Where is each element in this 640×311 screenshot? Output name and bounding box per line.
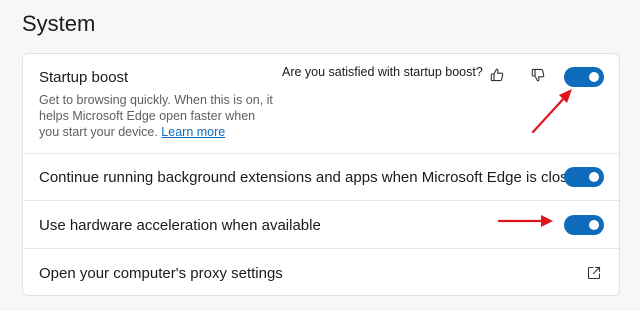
- background-apps-toggle[interactable]: [564, 167, 604, 187]
- external-link-icon[interactable]: [585, 264, 603, 282]
- section-title: System: [22, 11, 96, 36]
- background-apps-row: Continue running background extensions a…: [23, 154, 619, 200]
- feedback-question: Are you satisfied with startup boost?: [282, 65, 483, 79]
- startup-boost-description: Get to browsing quickly. When this is on…: [39, 92, 274, 140]
- proxy-settings-title: Open your computer's proxy settings: [39, 265, 283, 282]
- system-settings-card: Startup boost Get to browsing quickly. W…: [22, 53, 620, 296]
- toggle-knob: [589, 172, 599, 182]
- toggle-knob: [589, 72, 599, 82]
- startup-boost-title: Startup boost: [39, 69, 129, 86]
- settings-page: System Startup boost Get to browsing qui…: [0, 0, 640, 311]
- hardware-acceleration-row: Use hardware acceleration when available: [23, 201, 619, 248]
- startup-boost-row: Startup boost Get to browsing quickly. W…: [23, 54, 619, 153]
- startup-boost-description-text: Get to browsing quickly. When this is on…: [39, 93, 273, 139]
- thumbs-up-icon[interactable]: [488, 66, 506, 84]
- background-apps-title: Continue running background extensions a…: [39, 169, 585, 186]
- startup-boost-toggle[interactable]: [564, 67, 604, 87]
- hardware-acceleration-toggle[interactable]: [564, 215, 604, 235]
- proxy-settings-row[interactable]: Open your computer's proxy settings: [23, 249, 619, 296]
- learn-more-link[interactable]: Learn more: [161, 125, 225, 139]
- hardware-acceleration-title: Use hardware acceleration when available: [39, 217, 321, 234]
- thumbs-down-icon[interactable]: [529, 66, 547, 84]
- toggle-knob: [589, 220, 599, 230]
